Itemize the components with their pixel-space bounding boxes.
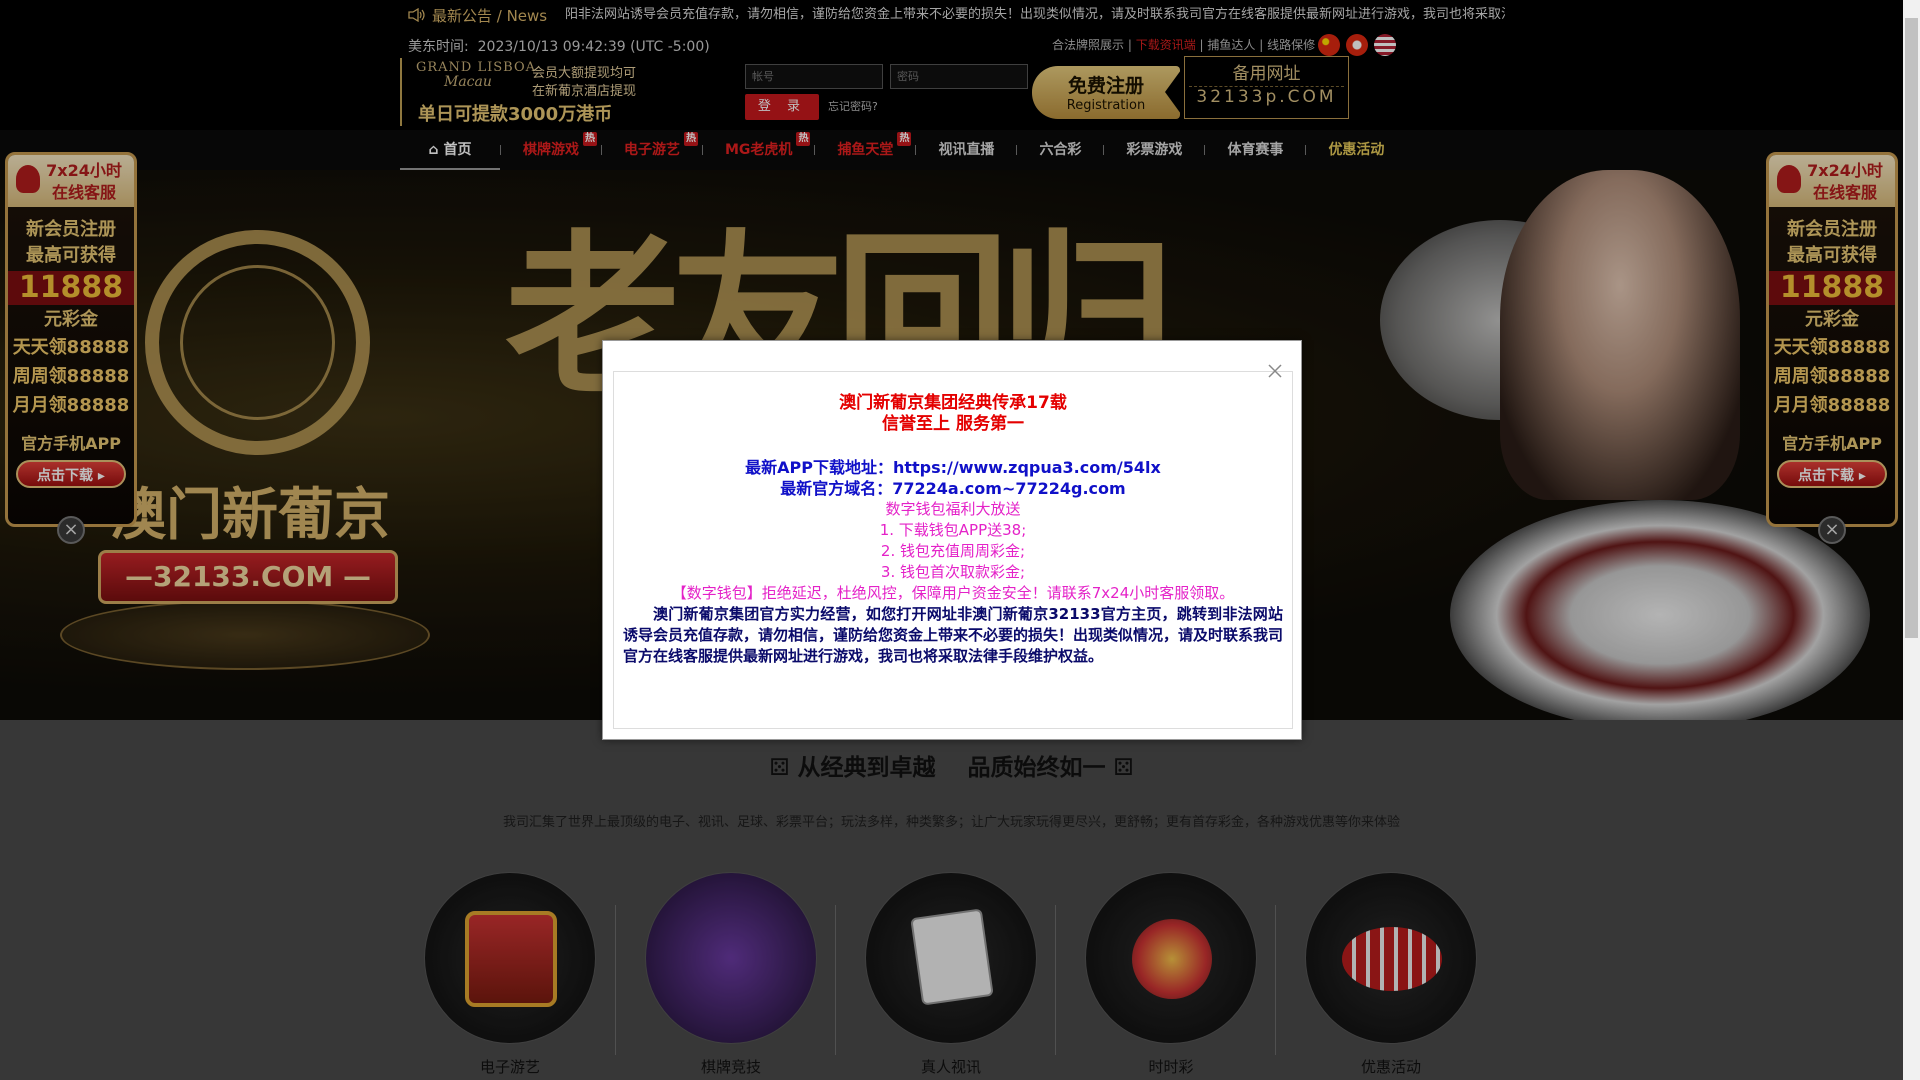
modal-content: 澳门新葡京集团经典传承17载 信誉至上 服务第一 最新APP下载地址：https… xyxy=(613,393,1293,667)
scrollbar-thumb[interactable] xyxy=(1905,18,1918,638)
modal-app-url[interactable]: 最新APP下载地址：https://www.zqpua3.com/54lx xyxy=(613,457,1293,478)
modal-wallet-2: 2. 钱包充值周周彩金; xyxy=(880,542,1026,560)
modal-wallet-3: 3. 钱包首次取款彩金; xyxy=(880,563,1026,581)
modal-wallet-note: 【数字钱包】拒绝延迟，杜绝风控，保障用户资金安全！请联系7x24小时客服领取。 xyxy=(671,584,1235,602)
modal-heading-1: 澳门新葡京集团经典传承17载 xyxy=(839,393,1067,413)
modal-heading-2: 信誉至上 服务第一 xyxy=(882,414,1024,434)
modal-wallet-1: 1. 下载钱包APP送38; xyxy=(879,521,1027,539)
modal-wallet-title: 数字钱包福利大放送 xyxy=(885,500,1021,518)
modal-paragraph: 澳门新葡京集团官方实力经营，如您打开网址非澳门新葡京32133官方主页，跳转到非… xyxy=(623,605,1284,665)
modal-domains[interactable]: 最新官方域名：77224a.com~77224g.com xyxy=(613,478,1293,499)
close-icon[interactable] xyxy=(1267,363,1283,379)
announcement-modal: 澳门新葡京集团经典传承17载 信誉至上 服务第一 最新APP下载地址：https… xyxy=(602,340,1302,740)
